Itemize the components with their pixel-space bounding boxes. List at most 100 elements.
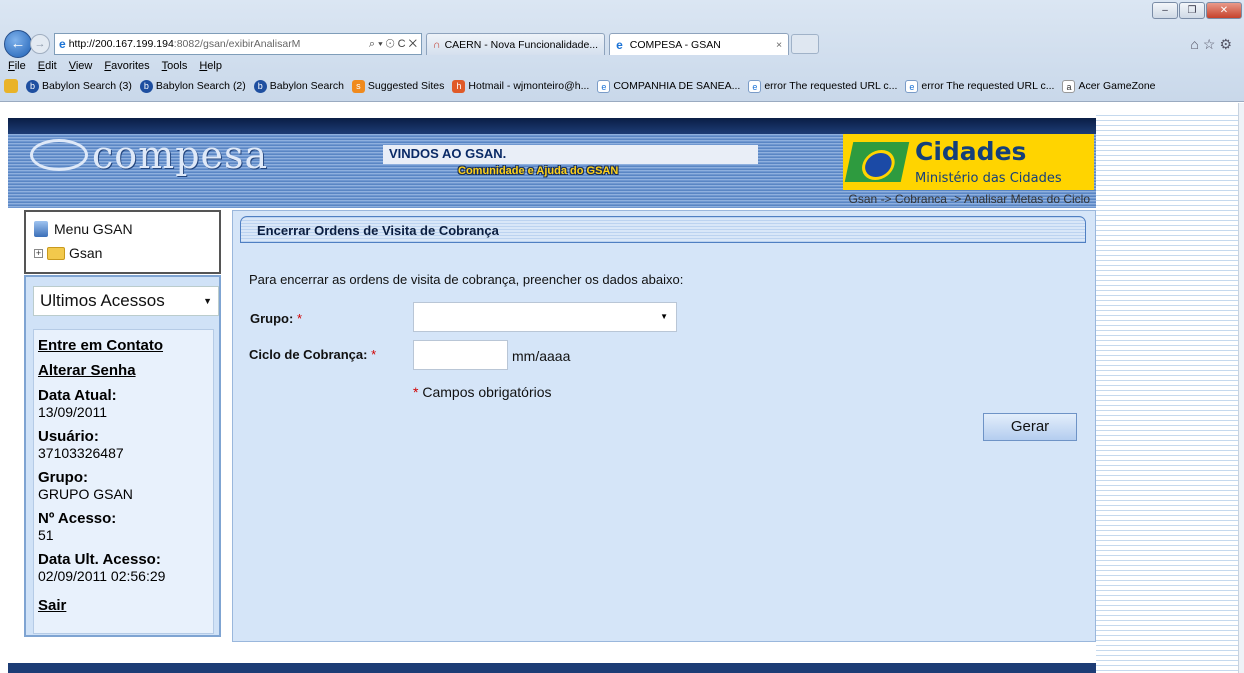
tree-label: Gsan [69,245,103,261]
scrollbar-edge[interactable] [1238,103,1244,673]
menu-tools[interactable]: Tools [162,60,188,72]
menu-help[interactable]: Help [199,60,222,72]
group-value: GRUPO GSAN [38,486,133,502]
required-mark: * [371,347,377,362]
address-bar[interactable]: e http://200.167.199.194:8082/gsan/exibi… [54,33,422,55]
babylon-icon: b [139,79,153,93]
babylon-icon: b [26,79,39,93]
menu-gsan[interactable]: Menu GSAN [34,221,133,237]
grupo-label: Grupo: * [250,311,302,326]
computer-icon [34,221,48,237]
tab-compesa[interactable]: e COMPESA - GSAN × [609,33,790,55]
required-mark: * [413,384,419,400]
page: compesa VINDOS AO GSAN. Comunidade e Aju… [0,103,1244,673]
address-controls[interactable]: ⌕ ▾ ☉ C ✕ [365,38,421,51]
favorite-link[interactable]: e COMPANHIA DE SANEA... [597,79,740,93]
favorites-bar: b Babylon Search (3) b Babylon Search (2) … [4,79,1156,93]
user-label: Usuário: [38,428,99,445]
ie-page-icon: e [905,79,919,93]
back-arrow-icon[interactable]: ← [4,30,32,58]
caern-tab-icon: ∩ [433,38,441,51]
minimize-icon[interactable]: – [1152,2,1178,19]
tools-gear-icon[interactable]: ⚙ [1219,36,1236,52]
address-host: http://200.167.199.194 [68,38,174,50]
menu-view[interactable]: View [69,60,93,72]
last-access-select[interactable]: Ultimos Acessos ▼ [33,286,219,316]
ie-page-icon: e [748,79,762,93]
ie-page-icon: e [59,37,66,51]
close-icon[interactable]: ✕ [1206,2,1242,19]
required-fields-note: * Campos obrigatórios [413,384,552,400]
gerar-button[interactable]: Gerar [983,413,1077,441]
new-tab-button[interactable] [791,34,820,54]
tab-close-icon[interactable]: × [776,39,782,51]
favorite-label: Babylon Search (2) [155,80,246,92]
select-value: Ultimos Acessos [40,291,165,310]
menu-title: Menu GSAN [54,221,133,237]
folder-icon [47,246,65,260]
last-access-value: 02/09/2011 02:56:29 [38,568,166,584]
current-date-value: 13/09/2011 [38,404,108,420]
contact-link[interactable]: Entre em Contato [38,337,163,354]
favorite-label: Hotmail - wjmonteiro@h... [468,80,590,92]
favorite-link[interactable]: b Babylon Search (2) [139,79,246,93]
brazil-flag-icon [844,142,910,182]
ciclo-label-text: Ciclo de Cobrança: [249,347,368,362]
favorite-link[interactable]: b Babylon Search (3) [26,79,132,93]
compesa-mark-icon [30,138,88,171]
ciclo-label: Ciclo de Cobrança: * [249,347,376,362]
favorite-label: Babylon Search [269,80,344,92]
favorites-star-icon[interactable]: ☆ [1203,36,1220,52]
tree-item-gsan[interactable]: + Gsan [34,245,102,261]
user-value: 37103326487 [38,445,124,461]
favorite-link[interactable]: b Babylon Search [253,79,344,93]
favorite-link[interactable]: e error The requested URL c... [748,79,897,93]
restore-icon[interactable]: ❐ [1179,2,1205,19]
menu-favorites[interactable]: Favorites [104,60,149,72]
ministerio-cidades-logo: Cidades Ministério das Cidades [843,134,1094,190]
logo-text: compesa [92,133,269,177]
favorite-link[interactable]: e error The requested URL c... [905,79,1055,93]
menu-bar: File Edit View Favorites Tools Help [8,60,222,72]
navigation-row: ← → e http://200.167.199.194:8082/gsan/e… [4,30,820,58]
form-instructions: Para encerrar as ordens de visita de cob… [249,272,684,287]
favorite-link[interactable]: s Suggested Sites [351,79,444,93]
chevron-down-icon: ▼ [660,312,668,321]
browser-chrome: – ❐ ✕ ← → e http://200.167.199.194:8082/… [0,0,1244,102]
tab-caern[interactable]: ∩ CAERN - Nova Funcionalidade... [426,33,606,55]
expand-plus-icon[interactable]: + [34,248,43,258]
access-count-label: Nº Acesso: [38,510,117,527]
favorite-label: error The requested URL c... [921,80,1055,92]
grupo-select[interactable]: ▼ [413,302,677,332]
hotmail-icon: h [452,79,466,93]
welcome-banner: VINDOS AO GSAN. [383,145,758,164]
cidades-subtitle: Ministério das Cidades [915,171,1062,186]
favorite-label: Acer GameZone [1078,80,1156,92]
header-top-bar [8,118,1096,134]
menu-file[interactable]: File [8,60,26,72]
cidades-title: Cidades [915,137,1027,166]
ie-page-icon: e [597,79,611,93]
tab-label: CAERN - Nova Funcionalidade... [444,38,599,51]
forward-arrow-icon[interactable]: → [30,34,50,54]
favorite-link[interactable]: h Hotmail - wjmonteiro@h... [452,79,590,93]
required-note-text: Campos obrigatórios [422,384,552,400]
chevron-down-icon: ▼ [203,296,212,306]
required-mark: * [296,311,303,326]
change-password-link[interactable]: Alterar Senha [38,362,136,379]
browser-tool-icons: ⌂☆⚙ [1190,36,1236,53]
community-link[interactable]: Comunidade e Ajuda do GSAN [458,165,618,177]
home-icon[interactable]: ⌂ [1190,36,1202,52]
ie-tab-icon: e [616,37,623,52]
suggested-sites-icon: s [351,79,365,93]
favorites-star-icon[interactable] [4,79,18,93]
acer-icon: a [1062,79,1076,93]
address-path: :8082/gsan/exibirAnalisarM [173,38,301,50]
favorite-link[interactable]: a Acer GameZone [1062,79,1156,93]
babylon-icon: b [253,79,267,93]
form-title: Encerrar Ordens de Visita de Cobrança [240,216,1086,243]
logout-link[interactable]: Sair [38,597,66,614]
breadcrumb: Gsan -> Cobranca -> Analisar Metas do Ci… [848,192,1090,206]
menu-edit[interactable]: Edit [38,60,57,72]
ciclo-cobranca-input[interactable] [413,340,508,370]
